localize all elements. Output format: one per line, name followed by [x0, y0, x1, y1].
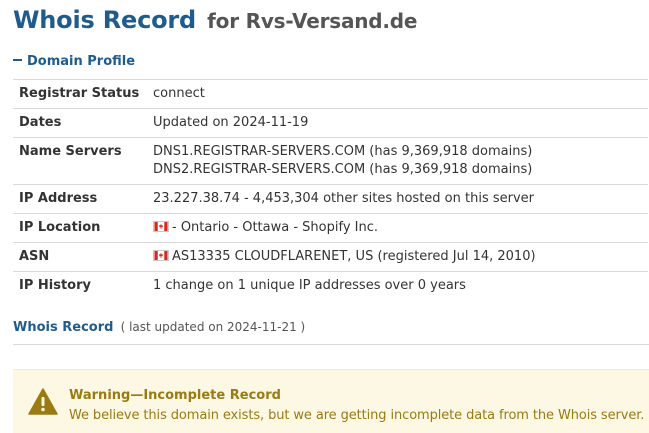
- row-asn: ASN AS13335 CLOUDFLARENET, US (registere…: [13, 243, 648, 272]
- page-title: Whois Record for Rvs-Versand.de: [13, 6, 417, 34]
- warning-title: Warning—Incomplete Record: [69, 388, 281, 403]
- whois-record-line: Whois Record ( last updated on 2024-11-2…: [13, 320, 305, 335]
- warning-icon: [28, 388, 58, 415]
- row-value: Updated on 2024-11-19: [153, 115, 309, 130]
- name-server-2: DNS2.REGISTRAR-SERVERS.COM (has 9,369,91…: [153, 162, 533, 177]
- warning-alert: Warning—Incomplete Record We believe thi…: [13, 369, 649, 433]
- row-value: connect: [153, 86, 205, 101]
- warning-text: We believe this domain exists, but we ar…: [69, 408, 645, 423]
- row-ip-address: IP Address 23.227.38.74 - 4,453,304 othe…: [13, 185, 648, 214]
- name-server-1: DNS1.REGISTRAR-SERVERS.COM (has 9,369,91…: [153, 144, 533, 159]
- row-ip-history: IP History 1 change on 1 unique IP addre…: [13, 272, 648, 300]
- row-registrar-status: Registrar Status connect: [13, 80, 648, 109]
- row-label: Dates: [19, 115, 62, 130]
- row-label: Registrar Status: [19, 86, 140, 101]
- row-value: - Ontario - Ottawa - Shopify Inc.: [153, 219, 648, 237]
- page-title-main: Whois Record: [13, 6, 197, 34]
- whois-record-link[interactable]: Whois Record: [13, 320, 113, 335]
- row-label: IP History: [19, 278, 91, 293]
- page-title-domain: for Rvs-Versand.de: [207, 9, 418, 33]
- row-dates: Dates Updated on 2024-11-19: [13, 109, 648, 138]
- row-label: Name Servers: [19, 144, 122, 159]
- domain-profile-toggle[interactable]: Domain Profile: [13, 54, 135, 69]
- row-label: IP Address: [19, 191, 98, 206]
- whois-last-updated: ( last updated on 2024-11-21 ): [120, 320, 306, 334]
- row-value: 1 change on 1 unique IP addresses over 0…: [153, 278, 466, 293]
- asn-text: AS13335 CLOUDFLARENET, US (registered Ju…: [172, 249, 536, 264]
- canada-flag-icon: [153, 250, 169, 261]
- ip-location-text: - Ontario - Ottawa - Shopify Inc.: [172, 220, 379, 235]
- row-name-servers: Name Servers DNS1.REGISTRAR-SERVERS.COM …: [13, 138, 648, 185]
- row-label: ASN: [19, 249, 50, 264]
- row-ip-location: IP Location - Ontario - Ottawa - Shopify…: [13, 214, 648, 243]
- row-value: AS13335 CLOUDFLARENET, US (registered Ju…: [153, 248, 648, 266]
- domain-profile-heading: Domain Profile: [27, 54, 136, 69]
- domain-profile-table: Registrar Status connect Dates Updated o…: [13, 79, 648, 300]
- row-value: DNS1.REGISTRAR-SERVERS.COM (has 9,369,91…: [153, 143, 648, 179]
- row-value: 23.227.38.74 - 4,453,304 other sites hos…: [153, 191, 535, 206]
- collapse-icon: [13, 58, 22, 61]
- canada-flag-icon: [153, 221, 169, 232]
- row-label: IP Location: [19, 220, 101, 235]
- divider: [13, 344, 649, 345]
